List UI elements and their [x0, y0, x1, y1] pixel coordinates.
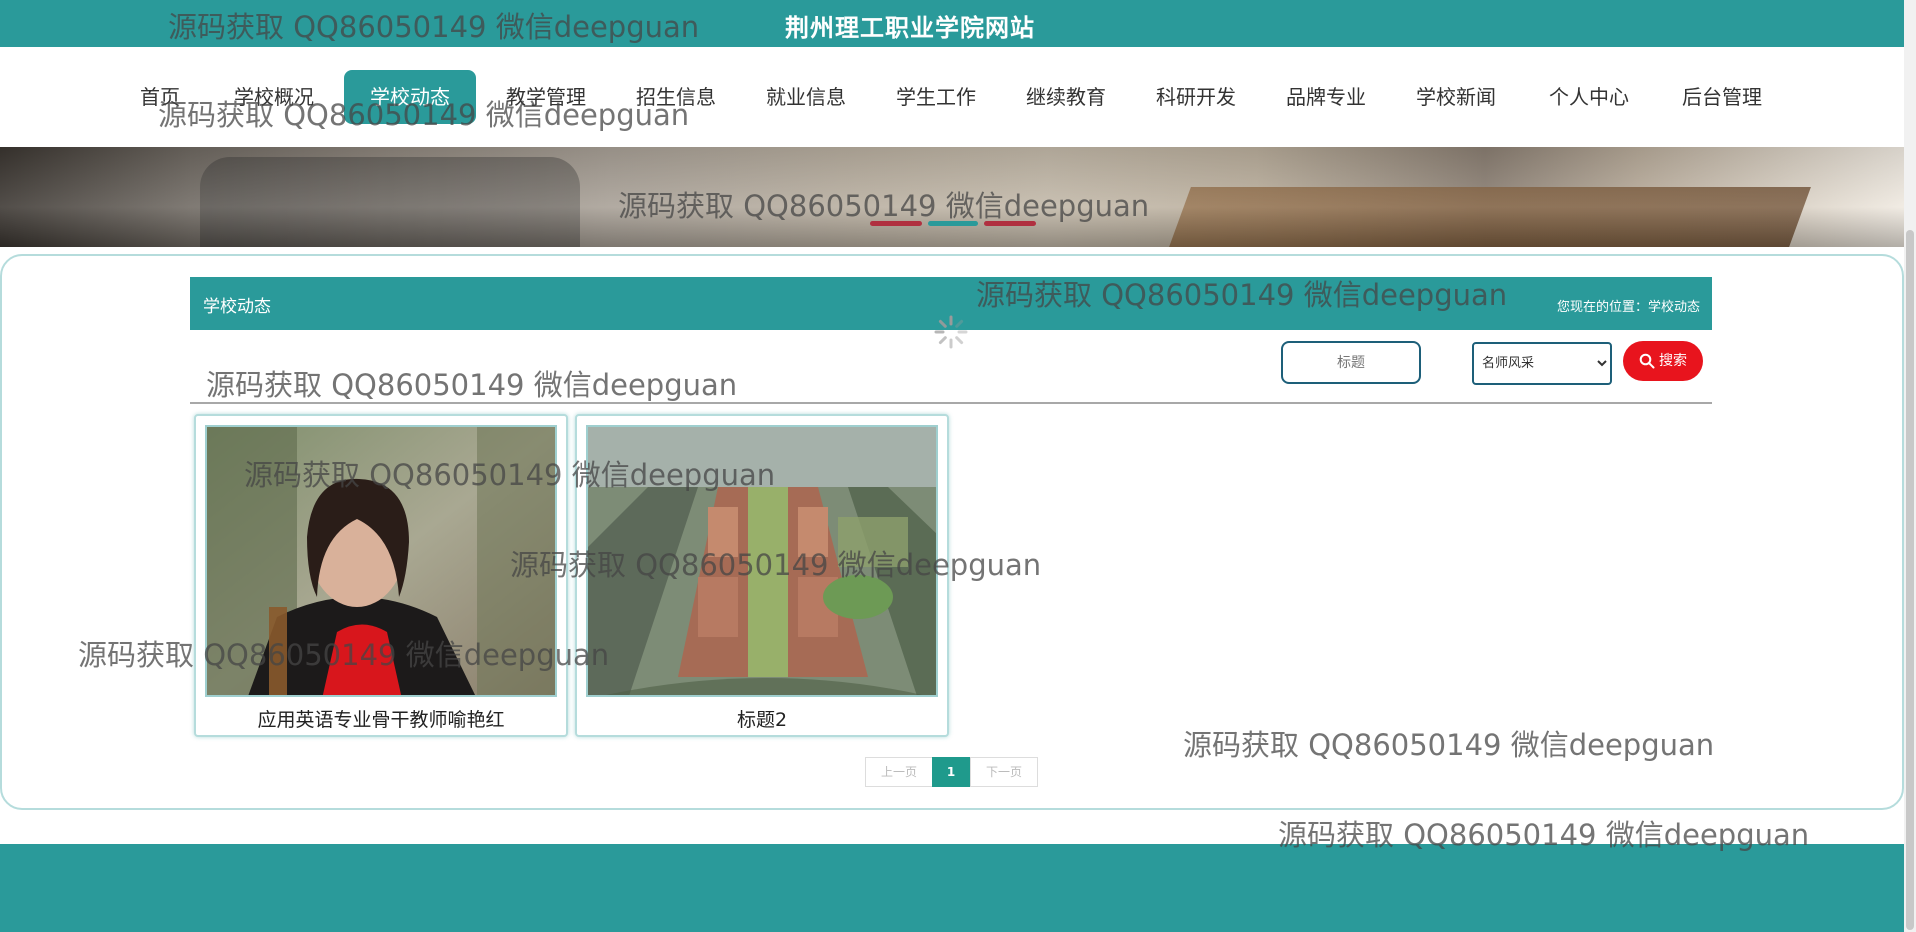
nav-item-admin[interactable]: 后台管理 — [1674, 70, 1770, 124]
main-nav: 首页 学校概况 学校动态 教学管理 招生信息 就业信息 学生工作 继续教育 科研… — [0, 47, 1904, 147]
loading-spinner-icon — [934, 315, 968, 349]
carousel-dot[interactable] — [870, 221, 922, 226]
pagination-page-current[interactable]: 1 — [932, 757, 970, 787]
divider — [190, 402, 1712, 404]
nav-item-brand-majors[interactable]: 品牌专业 — [1278, 70, 1374, 124]
page: 荆州理工职业学院网站 首页 学校概况 学校动态 教学管理 招生信息 就业信息 学… — [0, 0, 1916, 932]
pagination-next[interactable]: 下一页 — [970, 757, 1038, 787]
section-title: 学校动态 — [203, 297, 271, 317]
breadcrumb: 您现在的位置：学校动态 — [1556, 300, 1700, 315]
category-select[interactable]: 名师风采 — [1472, 342, 1612, 385]
nav-item-personal-center[interactable]: 个人中心 — [1541, 70, 1637, 124]
nav-item-continuing-education[interactable]: 继续教育 — [1018, 70, 1114, 124]
nav-item-student-affairs[interactable]: 学生工作 — [888, 70, 984, 124]
nav-item-school-news-dynamics[interactable]: 学校动态 — [344, 70, 476, 124]
list-item[interactable]: 标题2 — [575, 414, 949, 737]
search-button-label: 搜索 — [1659, 353, 1687, 369]
pagination-prev[interactable]: 上一页 — [865, 757, 933, 787]
search-icon — [1639, 353, 1655, 369]
top-bar: 荆州理工职业学院网站 — [0, 0, 1904, 47]
nav-item-school-overview[interactable]: 学校概况 — [226, 70, 322, 124]
item-image-teacher-portrait[interactable] — [205, 425, 557, 697]
site-title: 荆州理工职业学院网站 — [785, 14, 1035, 42]
nav-item-teaching-management[interactable]: 教学管理 — [498, 70, 594, 124]
item-title[interactable]: 标题2 — [577, 705, 947, 732]
scrollbar[interactable] — [1904, 0, 1916, 932]
nav-item-school-news[interactable]: 学校新闻 — [1408, 70, 1504, 124]
nav-item-research[interactable]: 科研开发 — [1148, 70, 1244, 124]
nav-item-home[interactable]: 首页 — [130, 70, 190, 124]
title-search-input[interactable] — [1281, 341, 1421, 384]
nav-item-employment[interactable]: 就业信息 — [758, 70, 854, 124]
search-button[interactable]: 搜索 — [1623, 341, 1703, 381]
nav-item-admissions[interactable]: 招生信息 — [628, 70, 724, 124]
carousel-dot[interactable] — [984, 221, 1036, 226]
item-image-campus-aerial-view[interactable] — [586, 425, 938, 697]
scrollbar-thumb[interactable] — [1906, 230, 1914, 930]
carousel-dot-active[interactable] — [928, 221, 978, 226]
footer — [0, 844, 1904, 932]
list-item[interactable]: 应用英语专业骨干教师喻艳红 — [194, 414, 568, 737]
item-title[interactable]: 应用英语专业骨干教师喻艳红 — [196, 705, 566, 732]
banner-image — [0, 147, 1904, 247]
